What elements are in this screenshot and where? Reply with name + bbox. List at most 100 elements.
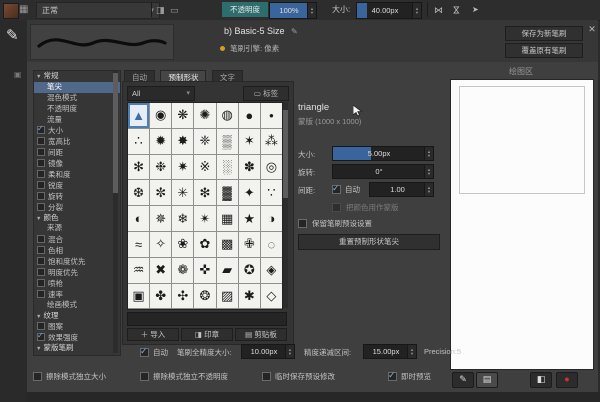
- option-enable-checkbox[interactable]: [37, 322, 45, 331]
- brush-tip-thumbnail[interactable]: ✻: [128, 154, 150, 180]
- brush-option-item[interactable]: 混色模式: [34, 93, 120, 104]
- brush-tip-thumbnail[interactable]: ✿: [194, 231, 216, 257]
- option-enable-checkbox[interactable]: [37, 235, 45, 244]
- brush-tip-thumbnail[interactable]: ▣: [128, 283, 150, 309]
- brush-tip-thumbnail[interactable]: ▦: [216, 206, 238, 231]
- brush-tip-thumbnail[interactable]: ❂: [194, 283, 216, 309]
- brush-tip-thumbnail[interactable]: ▩: [216, 231, 238, 257]
- brush-tip-thumbnail[interactable]: ✣: [172, 283, 194, 309]
- reset-predefined-tip-button[interactable]: 重置预制形状笔尖: [298, 234, 440, 250]
- spin-arrows-icon[interactable]: ▲ ▼: [412, 3, 421, 18]
- brush-tip-thumbnail[interactable]: ✧: [150, 231, 172, 257]
- brush-tip-thumbnail[interactable]: ✜: [194, 257, 216, 283]
- spin-arrows-icon[interactable]: ▲ ▼: [424, 147, 433, 160]
- brush-tip-thumbnail[interactable]: ✷: [172, 154, 194, 180]
- rename-preset-icon[interactable]: ✎: [291, 27, 298, 36]
- brush-tip-thumbnail[interactable]: ▨: [216, 283, 238, 309]
- brush-option-item[interactable]: 旋转: [34, 191, 120, 202]
- brush-option-item[interactable]: 大小: [34, 125, 120, 136]
- brush-tip-thumbnail[interactable]: ✽: [238, 154, 260, 180]
- brush-tip-thumbnail[interactable]: ✸: [172, 128, 194, 154]
- brush-tip-thumbnail[interactable]: ✴: [194, 206, 216, 231]
- save-new-brush-button[interactable]: 保存为新笔刷: [505, 26, 583, 41]
- scratchpad-fill-icon[interactable]: ◧: [530, 372, 552, 388]
- brush-option-item[interactable]: 明度优先: [34, 267, 120, 278]
- options-scrollbar[interactable]: [113, 71, 118, 353]
- brush-tip-thumbnail[interactable]: ★: [238, 206, 260, 231]
- brush-option-item[interactable]: 笔尖: [34, 81, 120, 93]
- scrollbar-thumb[interactable]: [283, 110, 288, 198]
- scrollbar-thumb[interactable]: [113, 73, 118, 193]
- brush-tip-thumbnail[interactable]: ✱: [238, 283, 260, 309]
- full-precision-size-spinbox[interactable]: 10.00px ▲ ▼: [241, 344, 295, 359]
- size-spinbox[interactable]: 40.00px ▲ ▼: [356, 2, 422, 19]
- reload-preset-icon[interactable]: ➤: [472, 3, 479, 17]
- brush-option-item[interactable]: 绘画模式: [34, 300, 120, 311]
- spin-arrows-icon[interactable]: ▲ ▼: [424, 183, 433, 196]
- precision-auto-checkbox[interactable]: [140, 346, 149, 357]
- docker-icon[interactable]: ▣: [14, 70, 22, 79]
- brush-option-item[interactable]: 宽高比: [34, 136, 120, 147]
- brush-tip-thumbnail[interactable]: ✶: [238, 128, 260, 154]
- brush-option-item[interactable]: 锐度: [34, 180, 120, 191]
- preset-chooser-icon[interactable]: ▦: [19, 3, 28, 17]
- option-enable-checkbox[interactable]: [37, 180, 45, 189]
- spin-arrows-icon[interactable]: ▲ ▼: [424, 165, 433, 178]
- section-collapse-icon[interactable]: ▼: [36, 346, 41, 352]
- tag-filter-select[interactable]: All ▾: [127, 86, 195, 101]
- brush-tip-thumbnail[interactable]: ◐: [128, 206, 150, 231]
- scratchpad-canvas[interactable]: [450, 79, 594, 370]
- section-collapse-icon[interactable]: ▼: [36, 314, 41, 320]
- brush-tip-thumbnail[interactable]: ●: [238, 103, 260, 128]
- precision-fade-spinbox[interactable]: 15.00px ▲ ▼: [363, 344, 417, 359]
- brush-option-item[interactable]: 饱和度优先: [34, 256, 120, 267]
- brush-tip-thumbnail[interactable]: ♒: [128, 257, 150, 283]
- option-enable-checkbox[interactable]: [37, 257, 45, 266]
- section-collapse-icon[interactable]: ▼: [36, 216, 41, 222]
- option-enable-checkbox[interactable]: [37, 332, 45, 342]
- close-icon[interactable]: ✕: [586, 23, 598, 35]
- brush-option-item[interactable]: 分裂: [34, 202, 120, 213]
- brush-tip-thumbnail[interactable]: ▒: [216, 128, 238, 154]
- option-enable-checkbox[interactable]: [37, 289, 45, 298]
- eraser-size-checkbox[interactable]: [33, 372, 42, 381]
- brush-tip-thumbnail[interactable]: ❉: [150, 154, 172, 180]
- brush-option-item[interactable]: 间距: [34, 147, 120, 158]
- brush-tip-thumbnail[interactable]: ※: [194, 154, 216, 180]
- brush-tip-thumbnail[interactable]: ✵: [150, 206, 172, 231]
- spin-arrows-icon[interactable]: ▲ ▼: [307, 3, 316, 18]
- brush-tip-thumbnail[interactable]: ≈: [128, 231, 150, 257]
- options-section-header[interactable]: ▼ 颜色: [34, 213, 120, 224]
- options-section-header[interactable]: ▼ 蒙版笔刷: [34, 343, 120, 354]
- section-collapse-icon[interactable]: ▼: [36, 74, 41, 80]
- pattern-slot-icon[interactable]: ▭: [170, 3, 179, 17]
- option-enable-checkbox[interactable]: [37, 202, 45, 211]
- brush-tip-thumbnail[interactable]: ✖: [150, 257, 172, 283]
- brush-tip-thumbnail[interactable]: ∵: [260, 180, 282, 206]
- brush-tip-thumbnail[interactable]: ✹: [150, 128, 172, 154]
- current-preset-icon[interactable]: [3, 3, 19, 19]
- option-enable-checkbox[interactable]: [37, 191, 45, 200]
- brush-tip-thumbnail[interactable]: ▲: [128, 103, 150, 128]
- option-enable-checkbox[interactable]: [37, 246, 45, 255]
- instant-preview-checkbox[interactable]: [388, 370, 397, 381]
- overwrite-brush-button[interactable]: 覆盖原有笔刷: [505, 43, 583, 58]
- brush-tip-thumbnail[interactable]: ✦: [238, 180, 260, 206]
- use-color-as-mask-checkbox[interactable]: [332, 203, 341, 212]
- tip-size-spinbox[interactable]: 5.00px ▲ ▼: [332, 146, 434, 161]
- option-enable-checkbox[interactable]: [37, 137, 45, 146]
- mirror-vertical-icon[interactable]: ⋈: [450, 6, 464, 15]
- temp-save-checkbox[interactable]: [262, 372, 271, 381]
- brush-option-item[interactable]: 图案: [34, 321, 120, 332]
- spacing-auto-checkbox[interactable]: [332, 183, 341, 194]
- tip-rotation-spinbox[interactable]: 0° ▲ ▼: [332, 164, 434, 179]
- option-enable-checkbox[interactable]: [37, 159, 45, 168]
- brush-tip-thumbnail[interactable]: ◌: [260, 231, 282, 257]
- options-section-header[interactable]: ▼ 纹理: [34, 311, 120, 322]
- brush-tip-thumbnail[interactable]: ◎: [260, 154, 282, 180]
- brush-option-item[interactable]: 喷枪: [34, 278, 120, 289]
- brush-tip-thumbnail[interactable]: ◇: [260, 283, 282, 309]
- preset-search-input[interactable]: [127, 312, 287, 326]
- option-enable-checkbox[interactable]: [37, 170, 45, 179]
- brush-option-item[interactable]: 色相: [34, 245, 120, 256]
